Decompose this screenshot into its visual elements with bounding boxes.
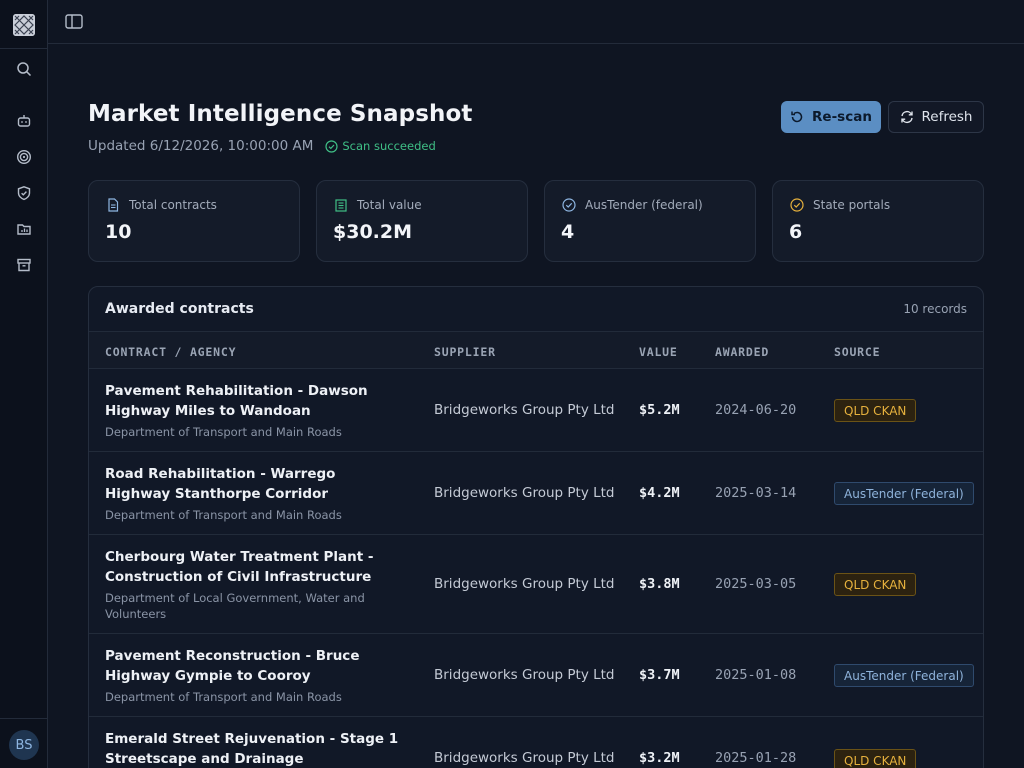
stat-value: 6 bbox=[789, 221, 803, 243]
table-row[interactable]: Cherbourg Water Treatment Plant - Constr… bbox=[89, 535, 983, 634]
panel-toggle-icon[interactable] bbox=[65, 14, 83, 30]
awarded-date: 2025-01-28 bbox=[715, 750, 797, 766]
source-badge: QLD CKAN bbox=[834, 749, 917, 768]
target-icon[interactable] bbox=[16, 149, 32, 165]
contract-value: $3.8M bbox=[639, 576, 680, 592]
source-badge: QLD CKAN bbox=[834, 573, 917, 596]
stat-card-total-contracts: Total contracts 10 bbox=[88, 180, 300, 262]
refresh-icon bbox=[900, 110, 914, 124]
awarded-date: 2024-06-20 bbox=[715, 402, 797, 418]
refresh-button[interactable]: Refresh bbox=[888, 101, 984, 133]
table-row[interactable]: Emerald Street Rejuvenation - Stage 1 St… bbox=[89, 717, 983, 768]
rotate-ccw-icon bbox=[790, 110, 804, 124]
source-badge: QLD CKAN bbox=[834, 399, 917, 422]
avatar[interactable]: BS bbox=[9, 730, 39, 760]
file-icon bbox=[106, 198, 120, 212]
page-subtitle-row: Updated 6/12/2026, 10:00:00 AM Scan succ… bbox=[88, 138, 436, 154]
supplier: Bridgeworks Group Pty Ltd bbox=[434, 485, 615, 501]
stat-label: State portals bbox=[813, 198, 891, 212]
column-header-source[interactable]: SOURCE bbox=[834, 345, 880, 359]
topbar bbox=[48, 0, 1024, 44]
contract-title: Cherbourg Water Treatment Plant - Constr… bbox=[105, 549, 374, 585]
source-badge: AusTender (Federal) bbox=[834, 482, 974, 505]
stat-value: $30.2M bbox=[333, 221, 413, 243]
table-title: Awarded contracts bbox=[105, 301, 254, 317]
contract-agency: Department of Transport and Main Roads bbox=[105, 425, 342, 439]
column-header-awarded[interactable]: AWARDED bbox=[715, 345, 769, 359]
contract-title: Emerald Street Rejuvenation - Stage 1 St… bbox=[105, 731, 399, 767]
search-icon[interactable] bbox=[16, 61, 32, 77]
sidebar: BS bbox=[0, 0, 48, 768]
supplier: Bridgeworks Group Pty Ltd bbox=[434, 402, 615, 418]
stat-card-total-value: Total value $30.2M bbox=[316, 180, 528, 262]
bot-icon[interactable] bbox=[16, 113, 32, 129]
table-row[interactable]: Pavement Rehabilitation - Dawson Highway… bbox=[89, 369, 983, 452]
awarded-date: 2025-03-05 bbox=[715, 576, 797, 592]
awarded-date: 2025-01-08 bbox=[715, 667, 797, 683]
stat-card-state-portals: State portals 6 bbox=[772, 180, 984, 262]
table-header-bar: Awarded contracts 10 records bbox=[89, 287, 983, 332]
contract-agency: Department of Transport and Main Roads bbox=[105, 690, 342, 704]
table-row[interactable]: Pavement Reconstruction - Bruce Highway … bbox=[89, 634, 983, 717]
table-row[interactable]: Road Rehabilitation - Warrego Highway St… bbox=[89, 452, 983, 535]
source-badge: AusTender (Federal) bbox=[834, 664, 974, 687]
contract-agency: Department of Local Government, Water an… bbox=[105, 591, 365, 621]
rescan-button[interactable]: Re-scan bbox=[781, 101, 881, 133]
supplier: Bridgeworks Group Pty Ltd bbox=[434, 576, 615, 592]
contract-agency: Department of Transport and Main Roads bbox=[105, 508, 342, 522]
stat-label: AusTender (federal) bbox=[585, 198, 703, 212]
sidebar-divider bbox=[0, 48, 47, 49]
column-header-value[interactable]: VALUE bbox=[639, 345, 678, 359]
stat-value: 4 bbox=[561, 221, 575, 243]
contract-title: Pavement Reconstruction - Bruce Highway … bbox=[105, 648, 360, 684]
contract-title: Road Rehabilitation - Warrego Highway St… bbox=[105, 466, 336, 502]
record-count: 10 records bbox=[903, 302, 967, 316]
awarded-date: 2025-03-14 bbox=[715, 485, 797, 501]
stat-card-austender: AusTender (federal) 4 bbox=[544, 180, 756, 262]
folder-chart-icon[interactable] bbox=[16, 221, 32, 237]
shield-icon[interactable] bbox=[16, 185, 32, 201]
rescan-label: Re-scan bbox=[812, 109, 872, 125]
column-header-supplier[interactable]: SUPPLIER bbox=[434, 345, 496, 359]
updated-timestamp: Updated 6/12/2026, 10:00:00 AM bbox=[88, 138, 314, 154]
supplier: Bridgeworks Group Pty Ltd bbox=[434, 667, 615, 683]
contract-title: Pavement Rehabilitation - Dawson Highway… bbox=[105, 383, 368, 419]
contract-value: $5.2M bbox=[639, 402, 680, 418]
contract-value: $4.2M bbox=[639, 485, 680, 501]
check-circle-icon bbox=[790, 198, 804, 212]
supplier: Bridgeworks Group Pty Ltd bbox=[434, 750, 615, 766]
contract-value: $3.7M bbox=[639, 667, 680, 683]
building-icon bbox=[334, 198, 348, 212]
app-logo[interactable] bbox=[13, 14, 35, 36]
scan-status-label: Scan succeeded bbox=[342, 139, 436, 153]
sidebar-bottom-divider bbox=[0, 718, 47, 719]
stat-label: Total value bbox=[357, 198, 422, 212]
column-header-contract[interactable]: CONTRACT / AGENCY bbox=[105, 345, 236, 359]
table-column-headers: CONTRACT / AGENCY SUPPLIER VALUE AWARDED… bbox=[89, 332, 983, 369]
awarded-contracts-table: Awarded contracts 10 records CONTRACT / … bbox=[88, 286, 984, 768]
archive-icon[interactable] bbox=[16, 257, 32, 273]
stat-value: 10 bbox=[105, 221, 132, 243]
check-circle-icon bbox=[325, 139, 338, 153]
check-circle-icon bbox=[562, 198, 576, 212]
page-title: Market Intelligence Snapshot bbox=[88, 101, 473, 127]
stat-label: Total contracts bbox=[129, 198, 217, 212]
refresh-label: Refresh bbox=[921, 109, 973, 125]
contract-value: $3.2M bbox=[639, 750, 680, 766]
scan-status-badge: Scan succeeded bbox=[325, 139, 436, 153]
